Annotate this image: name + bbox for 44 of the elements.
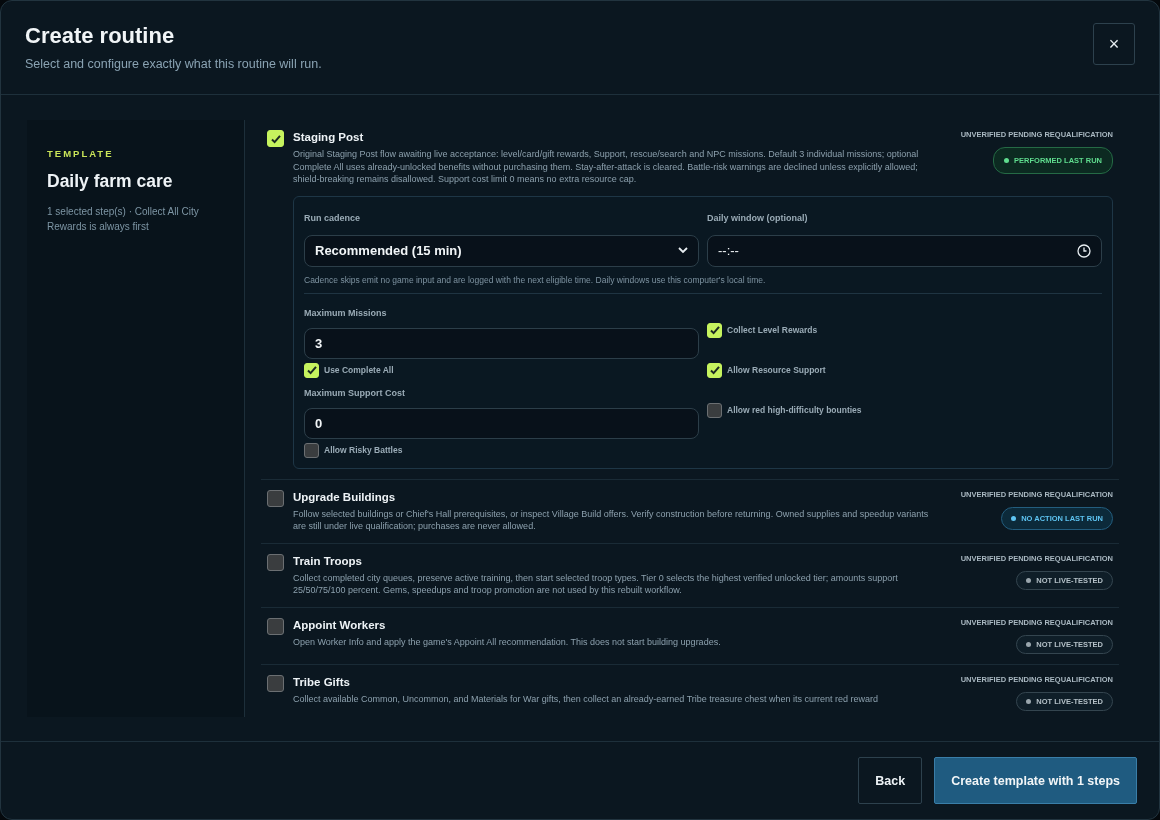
create-button[interactable]: Create template with 1 steps (934, 757, 1137, 804)
step-description: Open Worker Info and apply the game's Appoint All recommendation. This does not start building upgrades. (293, 635, 722, 648)
template-summary: 1 selected step(s) · Collect All City Rewards is always first (47, 205, 200, 234)
template-name: Daily farm care (47, 171, 174, 192)
field-label: Maximum Support Cost (304, 387, 405, 398)
checkmark-icon (708, 364, 721, 376)
field-label: Run cadence (304, 212, 361, 223)
cadence-select[interactable]: Recommended (15 min) (304, 234, 699, 267)
checkbox[interactable] (267, 617, 284, 635)
dialog-title: Create routine (25, 23, 176, 49)
clock-icon (1077, 243, 1091, 258)
checkmark-icon (305, 364, 318, 376)
dialog-subtitle: Select and configure exactly what this routine will run. (25, 57, 322, 71)
checkbox-label: Allow Resource Support (727, 365, 826, 375)
field-label: Daily window (optional) (707, 212, 808, 223)
step-description: Collect available Common, Uncommon, and Materials for War gifts, then collect an already-earned Tribe treasure chest when its current red reward (293, 692, 879, 705)
hint-text: Cadence skips emit no game input and are logged with the next eligible time. Daily windows use this computer's local time. (304, 274, 1102, 294)
number-field[interactable]: 3 (304, 327, 699, 359)
step-description: Original Staging Post flow awaiting live acceptance: level/card/gift rewards, Support, rescue/search and NPC missions. Default 3 individual missions; optional Complete All uses already-unlocked benefits without purchasing them. Stay-after-attack is cleared. Battle-risk warnings are declined unless explicitly allowed; shield-breaking remains disallowed. Support cost limit 0 means no extra resource cap. (293, 148, 920, 186)
checkbox[interactable] (267, 674, 284, 692)
step-title: Upgrade Buildings (293, 490, 397, 503)
time-field[interactable]: --:-- (707, 234, 1102, 267)
back-button[interactable]: Back (858, 757, 923, 804)
checkbox[interactable] (707, 402, 722, 418)
checkbox-label: Allow red high-difficulty bounties (727, 405, 862, 415)
step-title: Tribe Gifts (293, 675, 351, 688)
number-field[interactable]: 0 (304, 407, 699, 439)
checkbox[interactable] (304, 442, 319, 458)
close-button[interactable]: × (1093, 23, 1135, 65)
step-description: Follow selected buildings or Chief's Hall prerequisites, or inspect Village Build offers. Verify construction before returning. Owned supplies and speedup variants are still under live qualification; purchases are never allowed. (293, 507, 930, 533)
checkbox-label: Use Complete All (324, 365, 394, 375)
section-label: TEMPLATE (47, 148, 115, 159)
checkmark-icon (708, 324, 721, 336)
chevron-icon (678, 247, 688, 254)
checkbox[interactable] (267, 489, 284, 507)
checkmark-icon (269, 132, 282, 145)
step-description: Collect completed city queues, preserve active training, then start selected troop types. Tier 0 selects the highest verified unlocked tier; amounts support 25/50/75/100 percent. Gems, speedups and troop promotion are not used by this rebuilt workflow. (293, 571, 899, 597)
field-label: Maximum Missions (304, 307, 387, 318)
checkbox[interactable] (267, 553, 284, 571)
checkbox-label: Collect Level Rewards (727, 325, 818, 335)
step-title: Train Troops (293, 554, 363, 567)
checkbox-label: Allow Risky Battles (324, 445, 403, 455)
step-title: Staging Post (293, 131, 365, 143)
step-title: Appoint Workers (293, 618, 387, 631)
